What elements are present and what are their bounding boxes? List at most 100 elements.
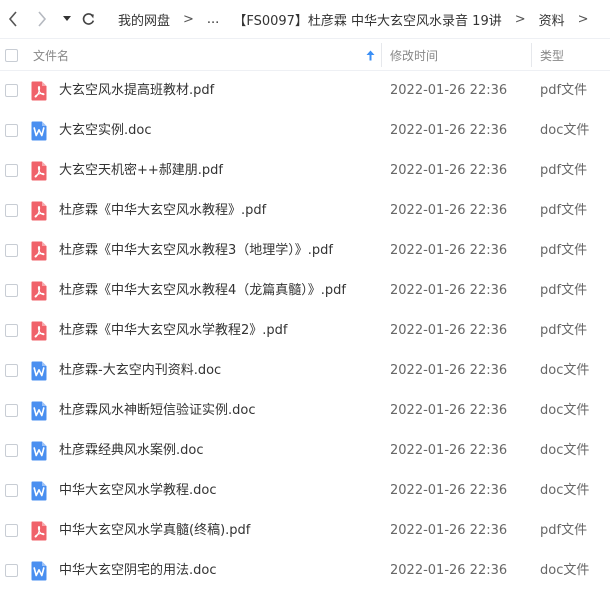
- row-checkbox[interactable]: [5, 124, 18, 137]
- file-type: pdf文件: [540, 243, 588, 258]
- sort-ascending-icon[interactable]: [366, 39, 375, 71]
- word-icon: [31, 121, 47, 141]
- word-icon: [31, 401, 47, 421]
- forward-button[interactable]: [35, 9, 49, 29]
- file-type: pdf文件: [540, 323, 588, 338]
- column-header-name[interactable]: 文件名: [33, 39, 69, 71]
- file-row[interactable]: 杜彦霖风水神断短信验证实例.doc 2022-01-26 22:36 doc文件: [0, 391, 610, 431]
- file-name[interactable]: 大玄空实例.doc: [59, 111, 152, 151]
- column-divider[interactable]: [381, 43, 382, 67]
- row-checkbox[interactable]: [5, 204, 18, 217]
- breadcrumb-separator: >: [577, 11, 589, 27]
- column-header-modified-time[interactable]: 修改时间: [390, 39, 438, 71]
- caret-down-icon: [63, 16, 71, 21]
- file-type: pdf文件: [540, 163, 588, 178]
- select-all-checkbox-cell: [5, 39, 18, 71]
- refresh-icon: [82, 12, 94, 25]
- pdf-icon: [31, 281, 47, 301]
- file-type: pdf文件: [540, 283, 588, 298]
- file-type: doc文件: [540, 443, 590, 458]
- breadcrumb-item-course-folder[interactable]: 【FS0097】杜彦霖 中华大玄空风水录音 19讲: [233, 10, 501, 29]
- file-modified-time: 2022-01-26 22:36: [390, 443, 508, 458]
- file-name[interactable]: 中华大玄空风水学教程.doc: [59, 471, 217, 511]
- file-row[interactable]: 中华大玄空风水学教程.doc 2022-01-26 22:36 doc文件: [0, 471, 610, 511]
- file-modified-time: 2022-01-26 22:36: [390, 323, 508, 338]
- file-modified-time: 2022-01-26 22:36: [390, 123, 508, 138]
- file-name[interactable]: 杜彦霖风水神断短信验证实例.doc: [59, 391, 256, 431]
- select-all-checkbox[interactable]: [5, 48, 18, 62]
- back-button[interactable]: [6, 9, 20, 29]
- word-icon: [31, 481, 47, 501]
- file-type: pdf文件: [540, 83, 588, 98]
- breadcrumb-item-current-folder[interactable]: 资料: [539, 10, 565, 29]
- column-divider[interactable]: [531, 43, 532, 67]
- file-row[interactable]: 中华大玄空风水学真髓(终稿).pdf 2022-01-26 22:36 pdf文件: [0, 511, 610, 551]
- pdf-icon: [31, 81, 47, 101]
- file-row[interactable]: 大玄空风水提高班教材.pdf 2022-01-26 22:36 pdf文件: [0, 71, 610, 111]
- file-name[interactable]: 大玄空天机密++郝建朋.pdf: [59, 151, 223, 191]
- file-type: doc文件: [540, 363, 590, 378]
- breadcrumb-separator: >: [183, 11, 194, 27]
- breadcrumb: 我的网盘 > ... 【FS0097】杜彦霖 中华大玄空风水录音 19讲 > 资…: [118, 0, 602, 38]
- breadcrumb-separator: >: [514, 11, 526, 27]
- file-modified-time: 2022-01-26 22:36: [390, 363, 508, 378]
- file-name[interactable]: 杜彦霖《中华大玄空风水学教程2》.pdf: [59, 311, 287, 351]
- row-checkbox[interactable]: [5, 364, 18, 377]
- file-name[interactable]: 中华大玄空风水学真髓(终稿).pdf: [59, 511, 250, 551]
- file-name[interactable]: 杜彦霖经典风水案例.doc: [59, 431, 204, 471]
- file-name[interactable]: 大玄空风水提高班教材.pdf: [59, 71, 214, 111]
- column-header-type[interactable]: 类型: [540, 39, 564, 71]
- breadcrumb-item-my-drive[interactable]: 我的网盘: [118, 10, 170, 29]
- file-row[interactable]: 杜彦霖-大玄空内刊资料.doc 2022-01-26 22:36 doc文件: [0, 351, 610, 391]
- pdf-icon: [31, 321, 47, 341]
- file-type: doc文件: [540, 563, 590, 578]
- breadcrumb-item-ellipsis[interactable]: ...: [207, 12, 219, 27]
- file-modified-time: 2022-01-26 22:36: [390, 163, 508, 178]
- row-checkbox[interactable]: [5, 404, 18, 417]
- file-modified-time: 2022-01-26 22:36: [390, 483, 508, 498]
- file-name[interactable]: 杜彦霖《中华大玄空风水教程》.pdf: [59, 191, 266, 231]
- row-checkbox[interactable]: [5, 324, 18, 337]
- word-icon: [31, 441, 47, 461]
- row-checkbox[interactable]: [5, 444, 18, 457]
- file-list-header: 文件名 修改时间 类型: [0, 38, 610, 71]
- file-modified-time: 2022-01-26 22:36: [390, 83, 508, 98]
- file-modified-time: 2022-01-26 22:36: [390, 563, 508, 578]
- row-checkbox[interactable]: [5, 84, 18, 97]
- refresh-button[interactable]: [79, 9, 97, 29]
- chevron-left-icon: [8, 11, 17, 27]
- pdf-icon: [31, 241, 47, 261]
- file-row[interactable]: 杜彦霖《中华大玄空风水学教程2》.pdf 2022-01-26 22:36 pdf文…: [0, 311, 610, 351]
- file-name[interactable]: 杜彦霖《中华大玄空风水教程4（龙篇真髓）》.pdf: [59, 271, 346, 311]
- navigation-bar: 我的网盘 > ... 【FS0097】杜彦霖 中华大玄空风水录音 19讲 > 资…: [0, 0, 610, 38]
- row-checkbox[interactable]: [5, 244, 18, 257]
- row-checkbox[interactable]: [5, 284, 18, 297]
- file-row[interactable]: 大玄空天机密++郝建朋.pdf 2022-01-26 22:36 pdf文件: [0, 151, 610, 191]
- file-row[interactable]: 杜彦霖《中华大玄空风水教程》.pdf 2022-01-26 22:36 pdf文件: [0, 191, 610, 231]
- file-name[interactable]: 杜彦霖《中华大玄空风水教程3（地理学）》.pdf: [59, 231, 333, 271]
- pdf-icon: [31, 521, 47, 541]
- sort-arrow-up-icon: [366, 50, 375, 60]
- row-checkbox[interactable]: [5, 164, 18, 177]
- file-name[interactable]: 中华大玄空阴宅的用法.doc: [59, 551, 217, 591]
- file-type: pdf文件: [540, 203, 588, 218]
- row-checkbox[interactable]: [5, 524, 18, 537]
- history-dropdown-button[interactable]: [61, 9, 73, 29]
- file-row[interactable]: 杜彦霖经典风水案例.doc 2022-01-26 22:36 doc文件: [0, 431, 610, 471]
- file-type: doc文件: [540, 483, 590, 498]
- file-modified-time: 2022-01-26 22:36: [390, 243, 508, 258]
- file-modified-time: 2022-01-26 22:36: [390, 403, 508, 418]
- file-type: doc文件: [540, 403, 590, 418]
- row-checkbox[interactable]: [5, 484, 18, 497]
- file-type: doc文件: [540, 123, 590, 138]
- chevron-right-icon: [38, 11, 47, 27]
- file-row[interactable]: 杜彦霖《中华大玄空风水教程4（龙篇真髓）》.pdf 2022-01-26 22:3…: [0, 271, 610, 311]
- pdf-icon: [31, 161, 47, 181]
- file-row[interactable]: 中华大玄空阴宅的用法.doc 2022-01-26 22:36 doc文件: [0, 551, 610, 591]
- file-row[interactable]: 大玄空实例.doc 2022-01-26 22:36 doc文件: [0, 111, 610, 151]
- file-modified-time: 2022-01-26 22:36: [390, 283, 508, 298]
- row-checkbox[interactable]: [5, 564, 18, 577]
- file-name[interactable]: 杜彦霖-大玄空内刊资料.doc: [59, 351, 221, 391]
- file-modified-time: 2022-01-26 22:36: [390, 523, 508, 538]
- file-row[interactable]: 杜彦霖《中华大玄空风水教程3（地理学）》.pdf 2022-01-26 22:36…: [0, 231, 610, 271]
